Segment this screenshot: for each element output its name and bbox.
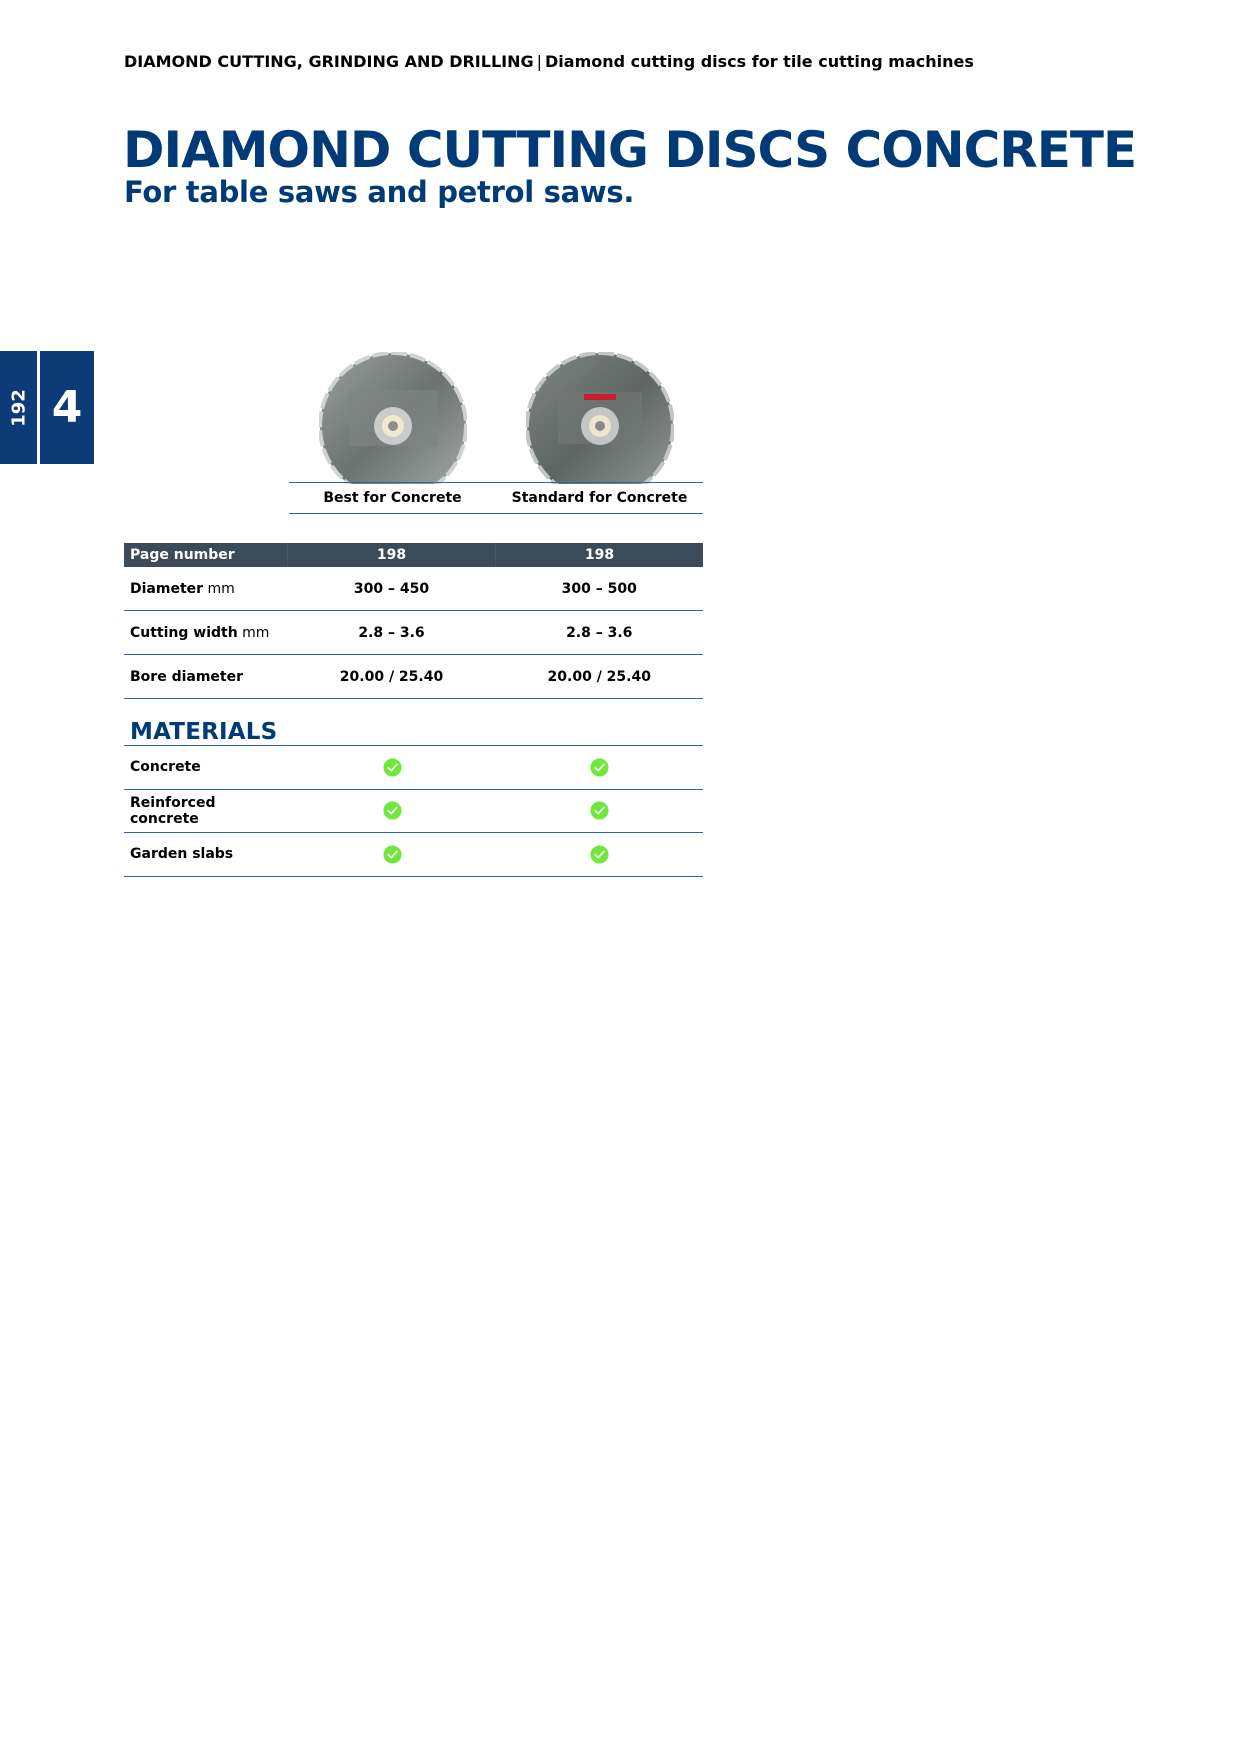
diamond-disc-icon [526,352,674,484]
spec-table: Page number 198 198 Diameter mm 300 – 45… [124,543,703,699]
table-row: Diameter mm 300 – 450 300 – 500 [124,567,703,611]
material-label: Garden slabs [124,832,289,877]
page-title: DIAMOND CUTTING DISCS CONCRETE [123,121,1137,179]
header-value: 198 [495,543,703,567]
row-label-text: Diameter [130,580,204,597]
material-label: Reinforced concrete [124,789,289,833]
row-label: Diameter mm [124,567,288,611]
check-icon [383,758,402,777]
table-row: Bore diameter 20.00 / 25.40 20.00 / 25.4… [124,654,703,699]
cell-value: 2.8 – 3.6 [495,610,703,655]
product-header-row: Best for Concrete Standard for Concrete [289,482,703,514]
header-value: 198 [287,543,496,567]
table-row: Cutting width mm 2.8 – 3.6 2.8 – 3.6 [124,610,703,655]
chapter-number: 4 [40,351,94,464]
table-header-row: Page number 198 198 [124,543,703,567]
chapter-tab: 192 4 [0,351,94,464]
row-unit: mm [207,580,235,597]
row-label: Cutting width mm [124,610,288,655]
diamond-disc-icon [319,352,467,484]
breadcrumb: DIAMOND CUTTING, GRINDING AND DRILLING | D… [124,52,974,72]
breadcrumb-subsection: Diamond cutting discs for tile cutting m… [545,52,974,71]
row-label-text: Bore diameter [130,668,244,685]
cell-value: 300 – 450 [287,567,496,611]
product-image-standard-for-concrete [526,352,674,488]
check-icon [590,758,609,777]
table-row: Reinforced concrete [124,789,703,833]
row-label-text: Cutting width [130,624,238,641]
row-unit: mm [242,624,270,641]
check-icon [383,801,402,820]
breadcrumb-section: DIAMOND CUTTING, GRINDING AND DRILLING [124,52,534,71]
check-icon [383,845,402,864]
cell-value: 20.00 / 25.40 [287,654,496,699]
page-subtitle: For table saws and petrol saws. [124,175,635,209]
materials-heading: MATERIALS [130,719,278,745]
product-name: Standard for Concrete [511,490,688,506]
material-label: Concrete [124,745,289,790]
page-number-tab: 192 [0,351,37,464]
product-image-best-for-concrete [319,352,467,488]
header-label: Page number [124,543,288,567]
breadcrumb-separator: | [536,52,542,71]
materials-table: Concrete Reinforced concrete Garden slab… [124,745,703,877]
check-icon [590,801,609,820]
product-name: Best for Concrete [323,490,462,506]
table-row: Garden slabs [124,832,703,877]
table-row: Concrete [124,745,703,790]
row-label: Bore diameter [124,654,288,699]
page-number: 192 [8,388,29,427]
cell-value: 2.8 – 3.6 [287,610,496,655]
cell-value: 20.00 / 25.40 [495,654,703,699]
check-icon [590,845,609,864]
cell-value: 300 – 500 [495,567,703,611]
